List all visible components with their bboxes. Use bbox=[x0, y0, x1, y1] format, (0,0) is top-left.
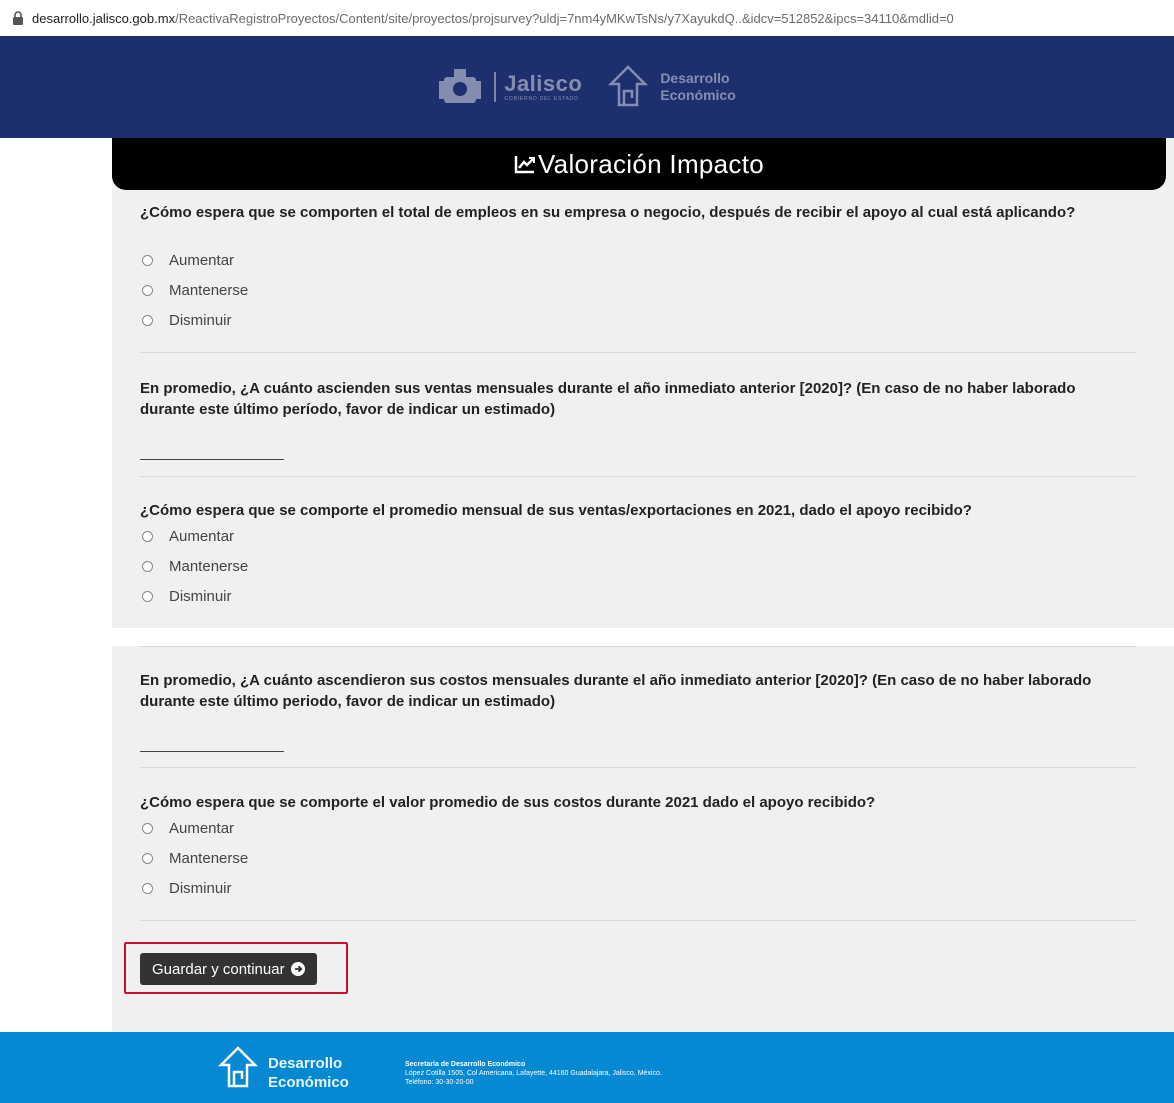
footer-brand-line2: Económico bbox=[268, 1074, 349, 1091]
radio-button[interactable] bbox=[142, 560, 153, 572]
option-label: Aumentar bbox=[169, 819, 235, 837]
url-path: /ReactivaRegistroProyectos/Content/site/… bbox=[175, 10, 954, 26]
radio-button[interactable] bbox=[142, 530, 153, 542]
question-costs-outlook: ¿Cómo espera que se comporte el valor pr… bbox=[140, 794, 876, 811]
radio-button[interactable] bbox=[142, 314, 153, 326]
header-brand: Jalisco GOBIERNO DEL ESTADO Desarrollo E… bbox=[438, 65, 736, 109]
state-seal-icon bbox=[439, 69, 482, 103]
desarrollo-line2: Económico bbox=[660, 87, 736, 103]
option-label: Aumentar bbox=[169, 251, 235, 269]
question-employment: ¿Cómo espera que se comporten el total d… bbox=[140, 204, 1076, 221]
page-title-bar: Valoración Impacto bbox=[112, 138, 1166, 190]
option-mantenerse[interactable]: Mantenerse bbox=[142, 275, 248, 305]
radio-button[interactable] bbox=[142, 822, 153, 834]
chart-line-icon bbox=[514, 156, 535, 174]
desarrollo-line1: Desarrollo bbox=[660, 70, 730, 86]
option-label: Mantenerse bbox=[169, 849, 249, 867]
radio-button[interactable] bbox=[142, 882, 153, 894]
site-header: Jalisco GOBIERNO DEL ESTADO Desarrollo E… bbox=[0, 36, 1174, 138]
radio-button[interactable] bbox=[142, 254, 153, 266]
desarrollo-logo-icon bbox=[608, 65, 649, 107]
monthly-sales-input[interactable] bbox=[140, 438, 284, 460]
option-label: Mantenerse bbox=[169, 281, 249, 299]
option-mantenerse[interactable]: Mantenerse bbox=[142, 843, 248, 873]
save-continue-label: Guardar y continuar bbox=[152, 960, 285, 978]
divider bbox=[140, 767, 1136, 768]
monthly-costs-input[interactable] bbox=[140, 730, 284, 752]
arrow-circle-right-icon bbox=[290, 962, 305, 976]
footer-wordmark: Desarrollo Económico bbox=[268, 1054, 349, 1092]
question-sales-outlook: ¿Cómo espera que se comporte el promedio… bbox=[140, 502, 972, 519]
option-label: Mantenerse bbox=[169, 557, 249, 575]
option-disminuir[interactable]: Disminuir bbox=[142, 305, 248, 335]
option-label: Disminuir bbox=[169, 587, 232, 605]
left-margin bbox=[0, 138, 112, 1058]
jalisco-subtitle: GOBIERNO DEL ESTADO bbox=[504, 96, 579, 102]
option-aumentar[interactable]: Aumentar bbox=[142, 521, 248, 551]
footer-address: López Cotilla 1505, Col Americana, Lafay… bbox=[405, 1070, 662, 1077]
question-monthly-sales: En promedio, ¿A cuánto ascienden sus ven… bbox=[140, 380, 1076, 418]
site-footer: Desarrollo Económico Secretaría de Desar… bbox=[0, 1032, 1174, 1103]
radio-button[interactable] bbox=[142, 284, 153, 296]
options-employment: Aumentar Mantenerse Disminuir bbox=[142, 245, 248, 335]
lock-icon bbox=[13, 11, 23, 25]
page-title: Valoración Impacto bbox=[537, 148, 765, 179]
divider bbox=[140, 646, 1136, 647]
divider bbox=[140, 476, 1136, 477]
address-bar[interactable]: desarrollo.jalisco.gob.mx/ReactivaRegist… bbox=[0, 0, 1174, 36]
divider bbox=[140, 352, 1136, 353]
option-label: Aumentar bbox=[169, 527, 235, 545]
option-disminuir[interactable]: Disminuir bbox=[142, 873, 248, 903]
footer-contact: Secretaría de Desarrollo Económico López… bbox=[405, 1060, 662, 1087]
options-costs-outlook: Aumentar Mantenerse Disminuir bbox=[142, 813, 248, 903]
footer-phone: Teléfono: 30-30-20-00 bbox=[405, 1079, 474, 1086]
option-aumentar[interactable]: Aumentar bbox=[142, 245, 248, 275]
url-host: desarrollo.jalisco.gob.mx bbox=[32, 10, 176, 26]
footer-brand-line1: Desarrollo bbox=[268, 1055, 343, 1072]
jalisco-wordmark: Jalisco GOBIERNO DEL ESTADO bbox=[494, 72, 582, 102]
option-label: Disminuir bbox=[169, 311, 232, 329]
divider bbox=[140, 920, 1136, 921]
radio-button[interactable] bbox=[142, 590, 153, 602]
jalisco-name: Jalisco bbox=[504, 71, 583, 96]
footer-org: Secretaría de Desarrollo Económico bbox=[405, 1061, 526, 1068]
radio-button[interactable] bbox=[142, 852, 153, 864]
option-mantenerse[interactable]: Mantenerse bbox=[142, 551, 248, 581]
option-label: Disminuir bbox=[169, 879, 232, 897]
option-disminuir[interactable]: Disminuir bbox=[142, 581, 248, 611]
desarrollo-logo-icon bbox=[218, 1046, 258, 1088]
options-sales-outlook: Aumentar Mantenerse Disminuir bbox=[142, 521, 248, 611]
save-continue-button[interactable]: Guardar y continuar bbox=[140, 953, 317, 985]
desarrollo-wordmark: Desarrollo Económico bbox=[660, 70, 735, 104]
panel-gap bbox=[0, 628, 1174, 646]
option-aumentar[interactable]: Aumentar bbox=[142, 813, 248, 843]
question-monthly-costs: En promedio, ¿A cuánto ascendieron sus c… bbox=[140, 672, 1092, 710]
